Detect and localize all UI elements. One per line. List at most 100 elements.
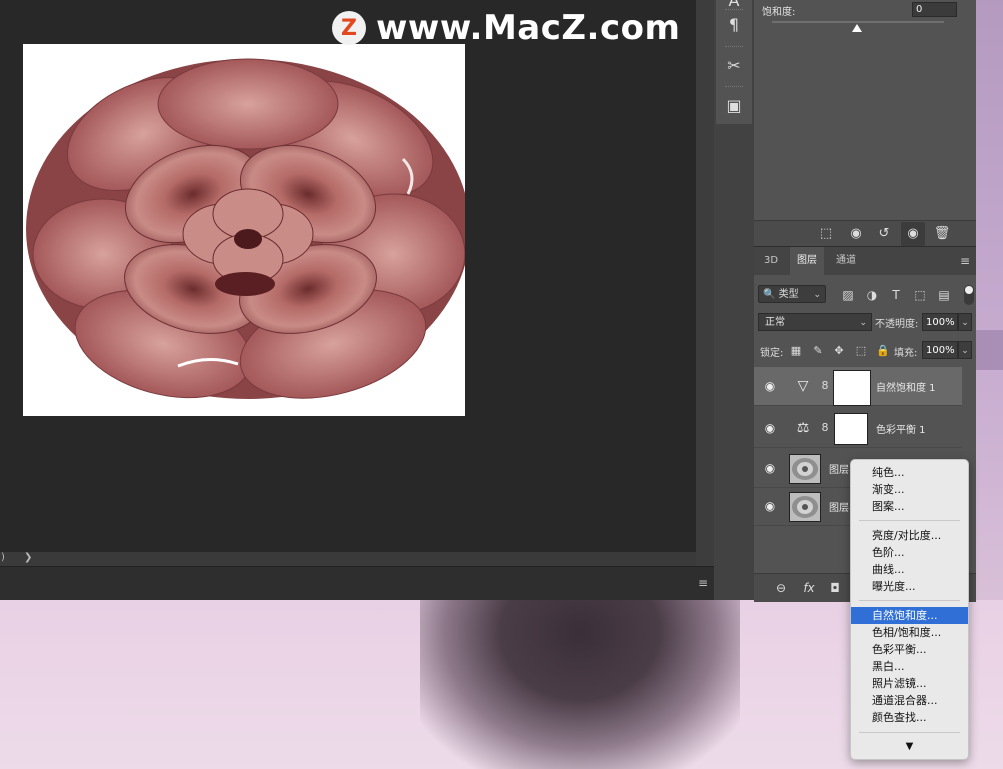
- blend-mode-select[interactable]: 正常 ⌄: [758, 313, 872, 331]
- tab-channels[interactable]: 通道: [828, 247, 864, 275]
- search-icon: 🔍: [763, 289, 776, 300]
- layer-mask-thumbnail[interactable]: [833, 370, 871, 406]
- shape-filter-icon[interactable]: ⬚: [912, 287, 928, 303]
- menu-separator: [859, 732, 960, 733]
- menu-item-color-lookup[interactable]: 颜色查找...: [851, 709, 968, 726]
- lock-row: 锁定: ▦ ✎ ✥ ⬚ 🔒 填充: 100% ⌄: [754, 341, 976, 363]
- layers-tabs: 3D 图层 通道 ≡: [754, 247, 976, 275]
- pixel-filter-icon[interactable]: ▨: [840, 287, 856, 303]
- menu-separator: [859, 600, 960, 601]
- opacity-input[interactable]: 100%: [922, 313, 958, 331]
- menu-separator: [859, 520, 960, 521]
- layer-mask-thumbnail[interactable]: [834, 413, 868, 445]
- lock-position-icon[interactable]: ✥: [831, 342, 847, 360]
- blend-mode-value: 正常: [765, 317, 785, 328]
- menu-item-black-white[interactable]: 黑白...: [851, 658, 968, 675]
- menu-item-gradient[interactable]: 渐变...: [851, 481, 968, 498]
- eye-icon[interactable]: ◉: [762, 460, 778, 476]
- layer-name: 色彩平衡 1: [876, 425, 926, 436]
- lock-brush-icon[interactable]: ✎: [810, 342, 826, 360]
- eye-icon[interactable]: ◉: [762, 498, 778, 514]
- status-left-glyph: ): [1, 552, 5, 563]
- status-arrow-icon[interactable]: ❯: [24, 552, 32, 563]
- lock-all-icon[interactable]: 🔒: [875, 342, 891, 360]
- link-icon[interactable]: 8: [820, 419, 830, 437]
- flower-thumbnail-image: [792, 496, 818, 518]
- adjustment-filter-icon[interactable]: ◑: [864, 287, 880, 303]
- opacity-label: 不透明度:: [875, 319, 919, 330]
- paragraph-icon[interactable]: ¶: [723, 14, 745, 36]
- adjustment-layer-menu: 纯色... 渐变... 图案... 亮度/对比度... 色阶... 曲线... …: [850, 459, 969, 760]
- opacity-dropdown-icon[interactable]: ⌄: [958, 313, 972, 331]
- menu-item-vibrance[interactable]: 自然饱和度...: [851, 607, 968, 624]
- saturation-input[interactable]: 0: [912, 2, 957, 17]
- fx-icon[interactable]: fx: [800, 580, 818, 596]
- eye-icon[interactable]: ◉: [762, 420, 778, 436]
- layer-thumbnail[interactable]: [789, 454, 821, 484]
- panel-menu-icon[interactable]: ≡: [960, 247, 970, 275]
- reset-icon[interactable]: ↺: [874, 225, 894, 243]
- trash-icon[interactable]: 🗑: [932, 225, 952, 243]
- flower-image: [26, 58, 465, 399]
- menu-scroll-down-icon[interactable]: ▼: [851, 741, 968, 755]
- properties-toolbar: ⬚ ◉ ↺ ◉ 🗑: [754, 220, 976, 247]
- saturation-slider-thumb[interactable]: [852, 24, 862, 32]
- layer-row[interactable]: ◉ ⚖ 8 色彩平衡 1: [754, 409, 962, 448]
- lock-artboard-icon[interactable]: ⬚: [853, 342, 869, 360]
- menu-item-hue-saturation[interactable]: 色相/饱和度...: [851, 624, 968, 641]
- color-balance-icon: ⚖: [796, 420, 810, 436]
- smart-object-filter-icon[interactable]: ▤: [936, 287, 952, 303]
- menu-item-color-balance[interactable]: 色彩平衡...: [851, 641, 968, 658]
- vibrance-icon: ▽: [797, 378, 809, 394]
- timeline-panel: ≡: [0, 566, 714, 600]
- panel-divider: [696, 0, 714, 566]
- filter-toggle[interactable]: [964, 285, 974, 305]
- add-mask-icon[interactable]: ◘: [826, 580, 844, 596]
- menu-item-pattern[interactable]: 图案...: [851, 498, 968, 515]
- filter-kind-label: 类型: [778, 289, 799, 300]
- watermark-text: www.MacZ.com: [376, 8, 681, 48]
- timeline-menu-icon[interactable]: ≡: [698, 576, 708, 590]
- menu-item-exposure[interactable]: 曝光度...: [851, 578, 968, 595]
- filter-kind-select[interactable]: 🔍 类型 ⌄: [758, 285, 826, 303]
- dock-divider: [725, 86, 743, 89]
- menu-item-brightness-contrast[interactable]: 亮度/对比度...: [851, 527, 968, 544]
- document-canvas[interactable]: Z www.MacZ.com: [0, 0, 696, 552]
- tab-layers[interactable]: 图层: [790, 247, 824, 275]
- blend-row: 正常 ⌄ 不透明度: 100% ⌄: [754, 313, 976, 335]
- eye-icon[interactable]: ◉: [903, 225, 923, 243]
- dock-divider: [725, 46, 743, 49]
- menu-item-levels[interactable]: 色阶...: [851, 544, 968, 561]
- document-status-bar: ) ❯: [0, 552, 696, 566]
- dock-divider: [725, 9, 743, 12]
- menu-item-photo-filter[interactable]: 照片滤镜...: [851, 675, 968, 692]
- menu-item-curves[interactable]: 曲线...: [851, 561, 968, 578]
- watermark: Z www.MacZ.com: [332, 8, 680, 48]
- fill-label: 填充:: [894, 348, 918, 359]
- desktop-sea-strip: [976, 330, 1003, 370]
- properties-panel: 饱和度: 0 ⬚ ◉ ↺ ◉ 🗑: [754, 0, 976, 247]
- eye-icon[interactable]: ◉: [762, 378, 778, 394]
- lock-label: 锁定:: [760, 348, 784, 359]
- flower-thumbnail-image: [792, 458, 818, 480]
- tools-icon[interactable]: ✂: [723, 55, 745, 77]
- layer-name: 图层: [829, 465, 849, 476]
- layer-filter-row: 🔍 类型 ⌄ ▨ ◑ T ⬚ ▤: [754, 279, 976, 309]
- saturation-slider[interactable]: [772, 21, 944, 23]
- tab-3d[interactable]: 3D: [754, 247, 788, 275]
- type-filter-icon[interactable]: T: [888, 287, 904, 303]
- menu-item-channel-mixer[interactable]: 通道混合器...: [851, 692, 968, 709]
- desktop-mountain: [420, 598, 740, 769]
- layer-comp-icon[interactable]: ▣: [723, 95, 745, 117]
- link-layers-icon[interactable]: ⊖: [772, 580, 790, 596]
- clip-to-layer-icon[interactable]: ⬚: [816, 225, 836, 243]
- fill-input[interactable]: 100%: [922, 341, 958, 359]
- layer-row[interactable]: ◉ ▽ 8 自然饱和度 1: [754, 367, 962, 406]
- link-icon[interactable]: 8: [820, 377, 830, 395]
- menu-item-solid-color[interactable]: 纯色...: [851, 464, 968, 481]
- view-previous-icon[interactable]: ◉: [846, 225, 866, 243]
- lock-transparent-icon[interactable]: ▦: [788, 342, 804, 360]
- document-image[interactable]: [23, 44, 465, 416]
- layer-thumbnail[interactable]: [789, 492, 821, 522]
- fill-dropdown-icon[interactable]: ⌄: [958, 341, 972, 359]
